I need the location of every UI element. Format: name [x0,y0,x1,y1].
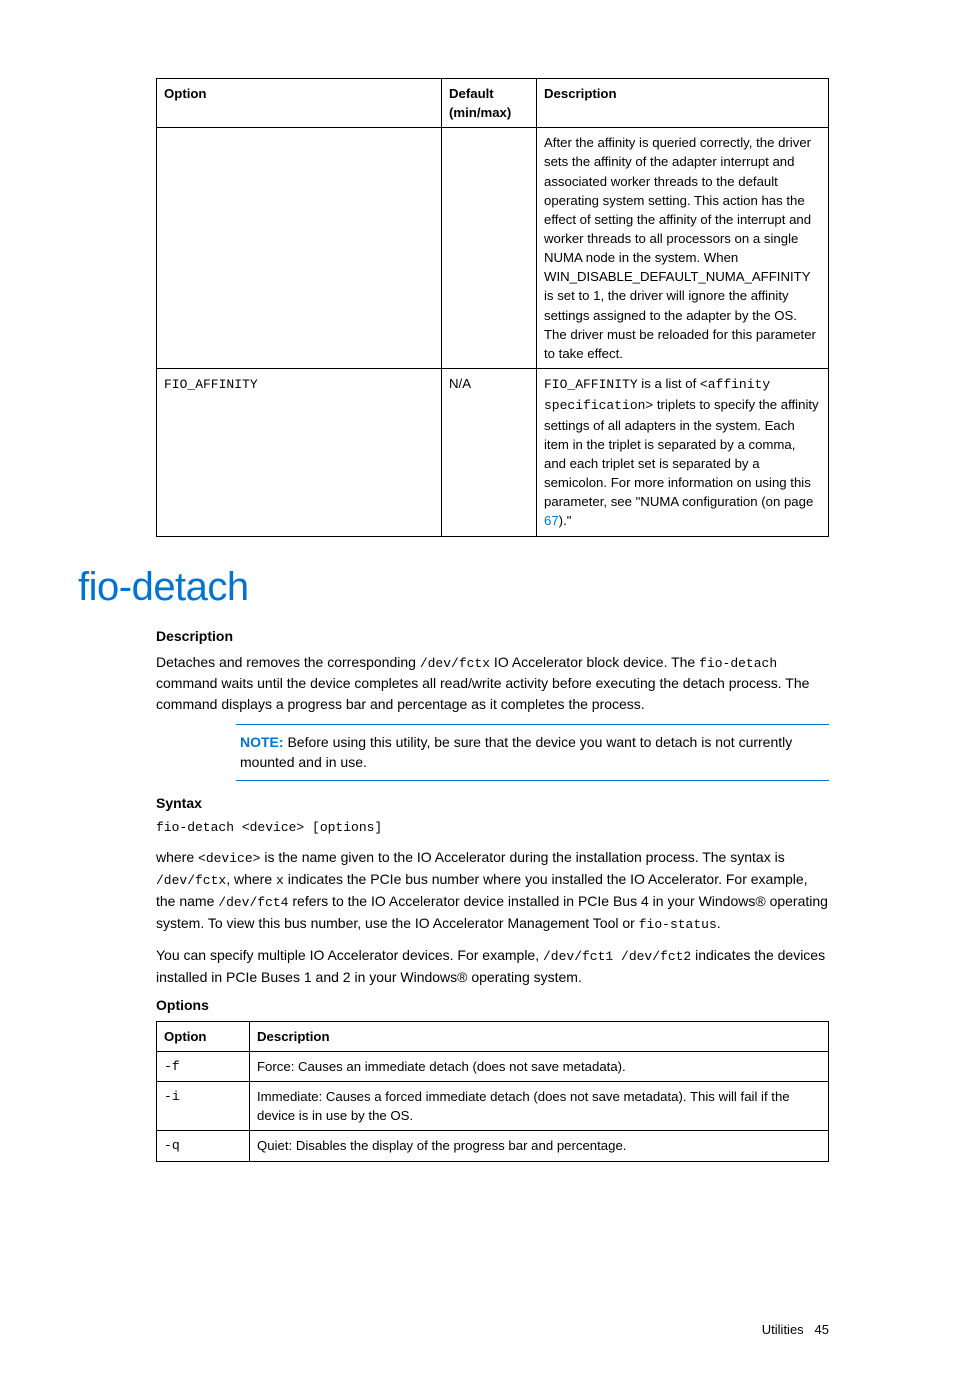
parameters-table: Option Default (min/max) Description Aft… [156,78,829,537]
parameters-table-area: Option Default (min/max) Description Aft… [156,78,829,537]
cell-desc: Quiet: Disables the display of the progr… [250,1131,829,1161]
description-heading: Description [156,628,829,644]
text: . [717,915,721,931]
code-text: fio-status [639,917,717,932]
code-text: /dev/fctx [420,656,490,671]
syntax-paragraph-2: You can specify multiple IO Accelerator … [156,945,829,987]
code-text: fio-detach [699,656,777,671]
table-row: -i Immediate: Causes a forced immediate … [157,1082,829,1131]
code-text: x [276,873,284,888]
cell-desc: Force: Causes an immediate detach (does … [250,1052,829,1082]
footer-section-label: Utilities [762,1322,804,1337]
cell-option: -f [157,1052,250,1082]
text: IO Accelerator block device. The [490,654,699,670]
text: command waits until the device completes… [156,675,809,711]
footer-page-number: 45 [815,1322,829,1337]
th-default: Default (min/max) [442,79,537,128]
text: )." [559,513,572,528]
text: triplets to specify the affinity setting… [544,397,819,509]
th-description: Description [250,1021,829,1051]
table-row: After the affinity is queried correctly,… [157,128,829,369]
cell-default [442,128,537,369]
code-text: FIO_AFFINITY [164,377,258,392]
page-footer: Utilities 45 [156,1322,829,1337]
cell-desc: After the affinity is queried correctly,… [537,128,829,369]
text: You can specify multiple IO Accelerator … [156,947,543,963]
th-option: Option [157,79,442,128]
options-heading: Options [156,997,829,1013]
syntax-heading: Syntax [156,795,829,811]
code-text: /dev/fctx [156,873,226,888]
options-table: Option Description -f Force: Causes an i… [156,1021,829,1162]
cell-option [157,128,442,369]
text: , where [226,871,276,887]
table-row: -f Force: Causes an immediate detach (do… [157,1052,829,1082]
cell-option: -i [157,1082,250,1131]
th-description: Description [537,79,829,128]
th-option: Option [157,1021,250,1051]
code-text: FIO_AFFINITY [544,377,638,392]
text: Detaches and removes the corresponding [156,654,420,670]
code-text: /dev/fct4 [218,895,288,910]
page: Option Default (min/max) Description Aft… [0,0,954,1397]
note-block: NOTE: Before using this utility, be sure… [236,724,829,781]
syntax-paragraph-1: where <device> is the name given to the … [156,847,829,934]
code-text: /dev/fct1 /dev/fct2 [543,949,691,964]
cell-option: -q [157,1131,250,1161]
section-content: Description Detaches and removes the cor… [156,628,829,1337]
table-row: -q Quiet: Disables the display of the pr… [157,1131,829,1161]
text: where [156,849,198,865]
note-text: Before using this utility, be sure that … [240,734,792,770]
cell-option: FIO_AFFINITY [157,368,442,536]
text: is the name given to the IO Accelerator … [260,849,784,865]
syntax-code: fio-detach <device> [options] [156,819,829,838]
page-link[interactable]: 67 [544,513,559,528]
code-text: <device> [198,851,260,866]
note-label: NOTE: [240,734,284,750]
cell-default: N/A [442,368,537,536]
description-paragraph: Detaches and removes the corresponding /… [156,652,829,714]
text: is a list of [638,376,700,391]
section-heading: fio-detach [78,565,829,610]
cell-desc: FIO_AFFINITY is a list of <affinity spec… [537,368,829,536]
cell-desc: Immediate: Causes a forced immediate det… [250,1082,829,1131]
table-row: FIO_AFFINITY N/A FIO_AFFINITY is a list … [157,368,829,536]
